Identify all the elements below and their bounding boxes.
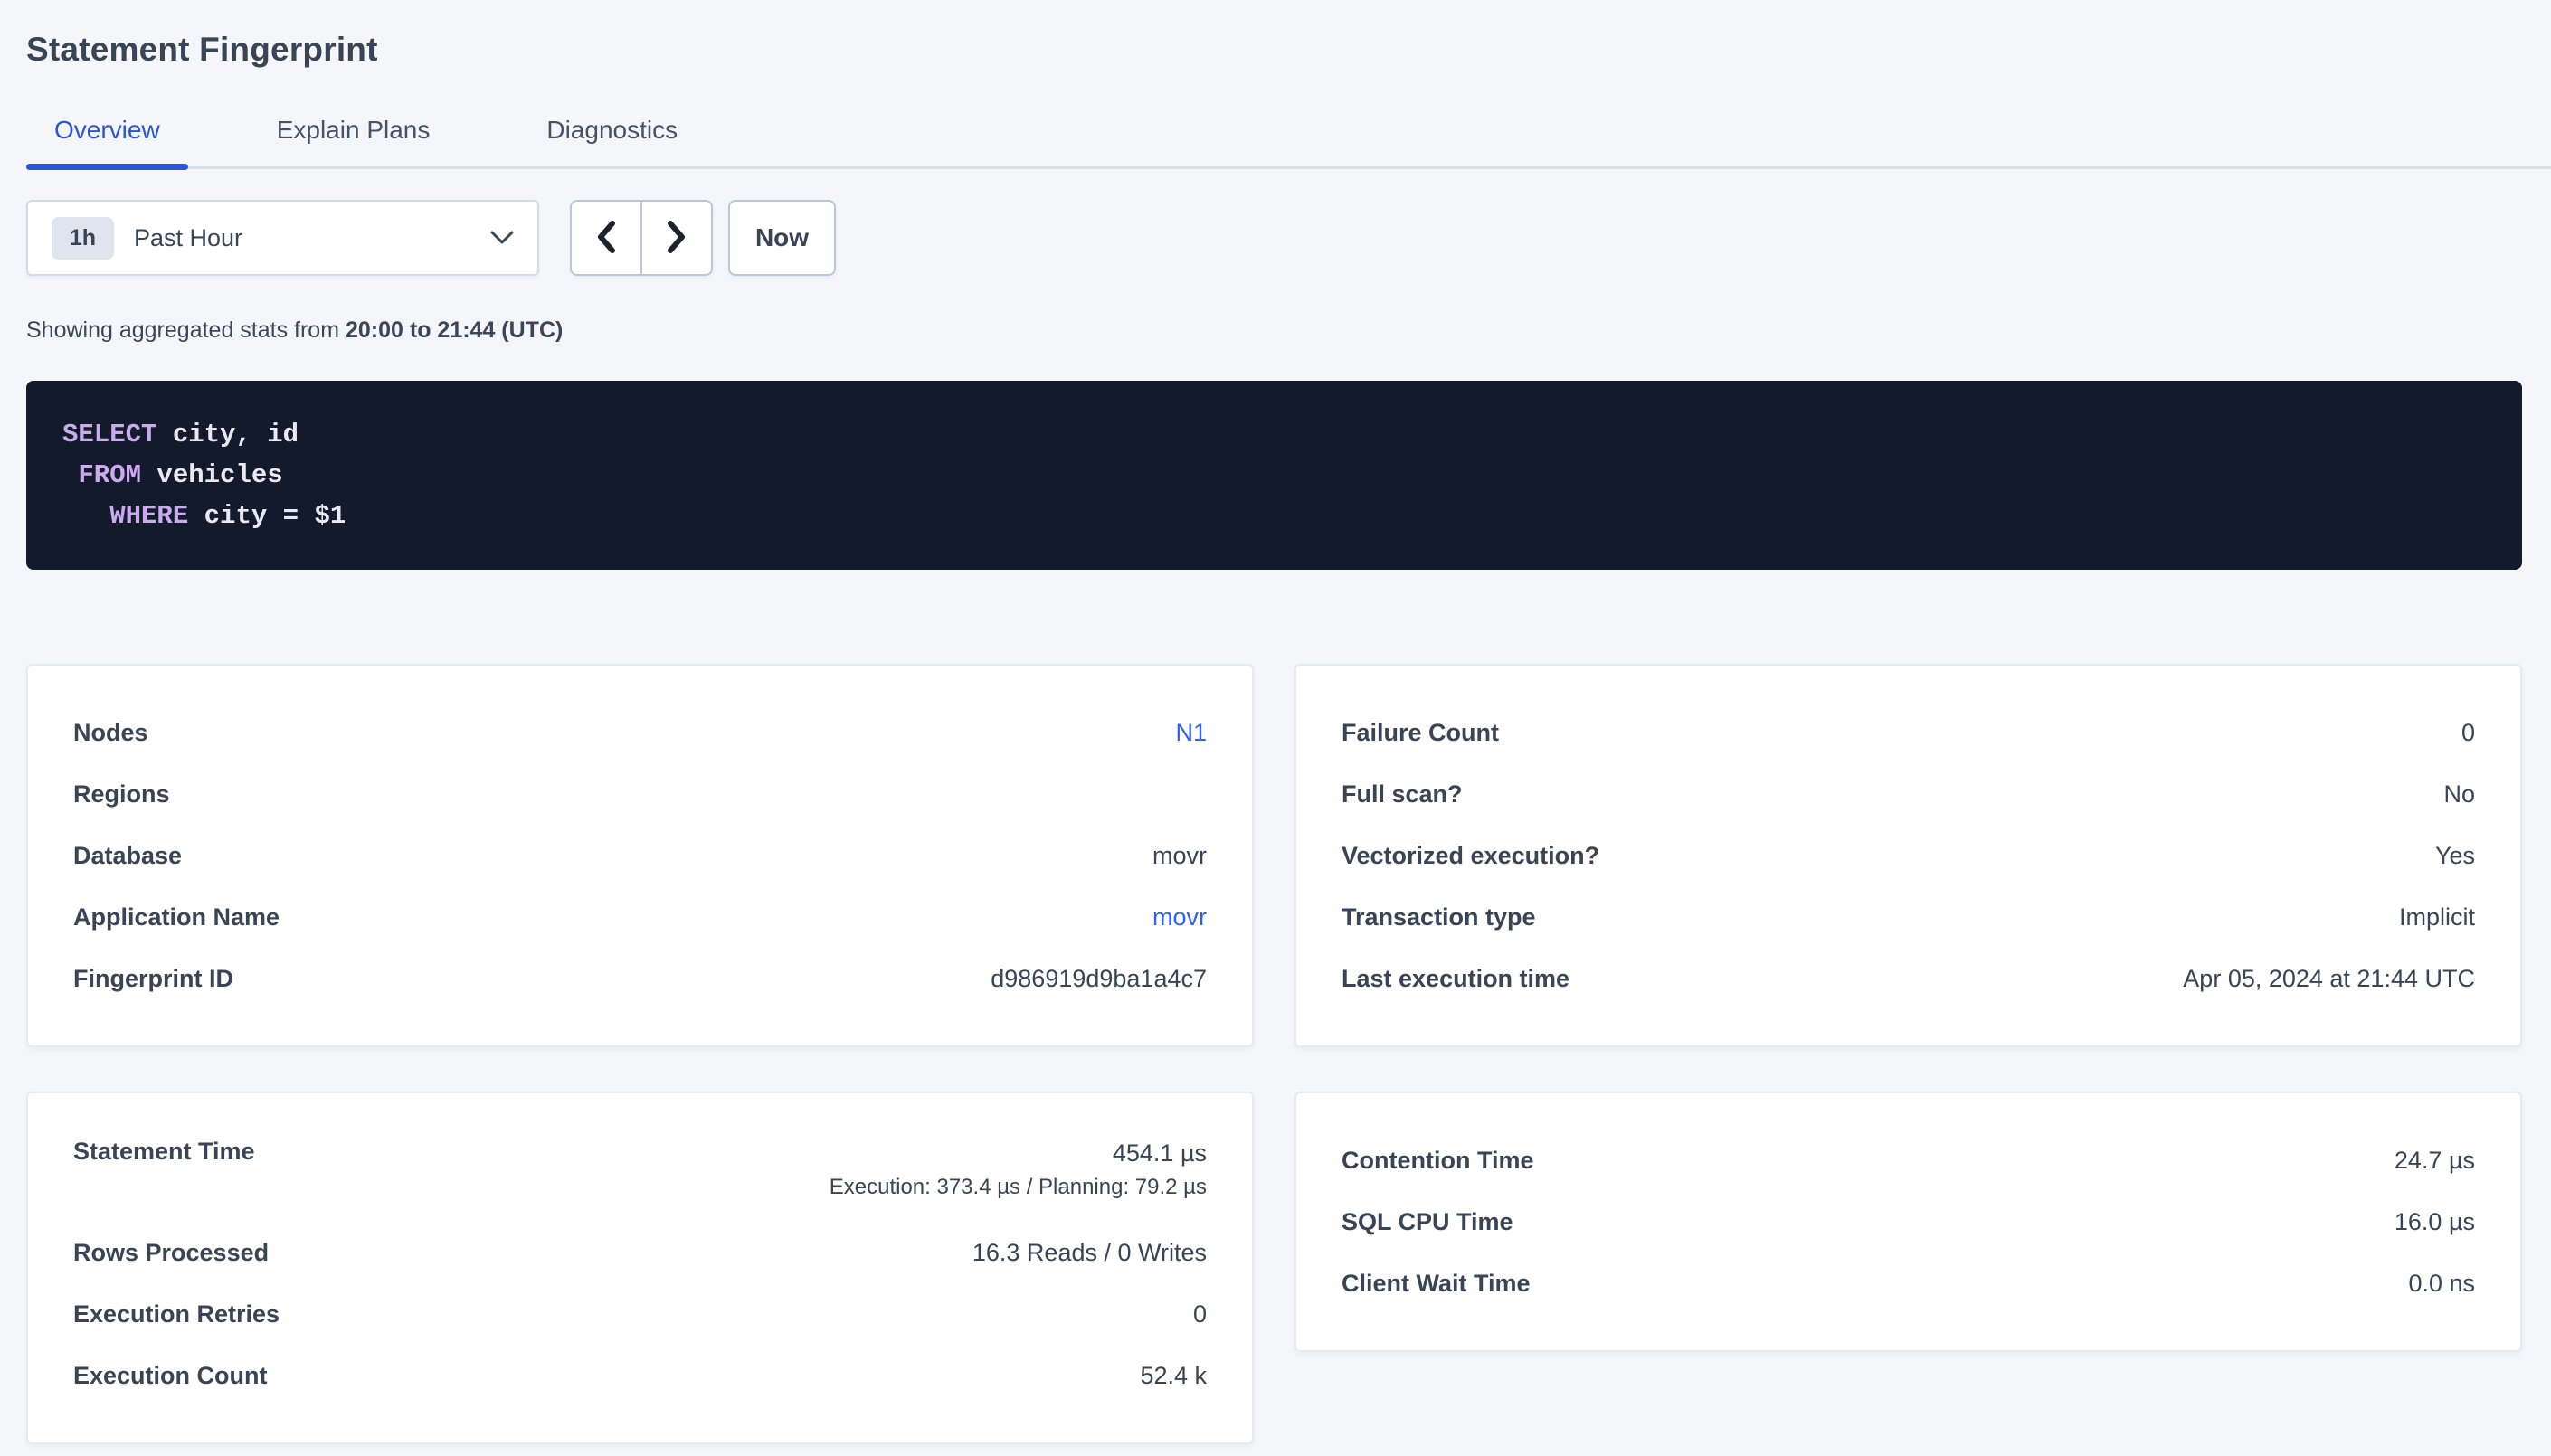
table-row: Nodes N1 <box>73 702 1207 763</box>
table-row: Last execution time Apr 05, 2024 at 21:4… <box>1342 948 2475 1009</box>
chevron-right-icon <box>666 220 688 257</box>
row-label: Execution Count <box>73 1362 268 1390</box>
sql-line: WHERE city = $1 <box>62 496 2486 536</box>
row-value: d986919d9ba1a4c7 <box>991 965 1207 993</box>
row-label: Execution Retries <box>73 1300 280 1328</box>
row-label: Vectorized execution? <box>1342 842 1599 870</box>
tab-bar: Overview Explain Plans Diagnostics <box>26 116 2551 169</box>
row-label: Last execution time <box>1342 965 1569 993</box>
row-value: 16.3 Reads / 0 Writes <box>972 1239 1207 1267</box>
row-label: Nodes <box>73 719 148 747</box>
row-label: Regions <box>73 780 170 808</box>
table-row: Transaction type Implicit <box>1342 886 2475 948</box>
aggregated-stats-summary: Showing aggregated stats from 20:00 to 2… <box>26 317 2551 344</box>
statement-timings-card: Statement Time 454.1 µs Execution: 373.4… <box>26 1092 1254 1444</box>
application-name-link[interactable]: movr <box>1152 903 1207 931</box>
table-row: Regions <box>73 763 1207 825</box>
stats-cards-grid: Nodes N1 Regions Database movr Applicati… <box>26 664 2551 1444</box>
row-label: Rows Processed <box>73 1239 269 1267</box>
tab-overview[interactable]: Overview <box>26 116 188 166</box>
previous-time-button[interactable] <box>572 202 640 274</box>
overview-details-card: Nodes N1 Regions Database movr Applicati… <box>26 664 1254 1047</box>
summary-prefix: Showing aggregated stats from <box>26 317 346 343</box>
time-range-label: Past Hour <box>134 224 242 252</box>
time-controls: 1h Past Hour Now <box>26 200 2551 276</box>
row-value: 52.4 k <box>1140 1362 1207 1390</box>
row-value: 16.0 µs <box>2395 1208 2475 1236</box>
row-value: 0.0 ns <box>2408 1270 2475 1298</box>
row-subvalue: Execution: 373.4 µs / Planning: 79.2 µs <box>830 1168 1207 1206</box>
row-label: Full scan? <box>1342 780 1463 808</box>
tab-diagnostics[interactable]: Diagnostics <box>518 116 706 166</box>
page-title: Statement Fingerprint <box>26 0 2551 71</box>
row-label: Contention Time <box>1342 1147 1534 1175</box>
sql-statement-box: SELECT city, id FROM vehicles WHERE city… <box>26 381 2522 570</box>
table-row: Statement Time 454.1 µs Execution: 373.4… <box>73 1130 1207 1222</box>
sql-line: FROM vehicles <box>62 455 2486 496</box>
row-value: movr <box>1152 842 1207 870</box>
row-value: Yes <box>2435 842 2475 870</box>
row-value: 0 <box>2461 719 2475 747</box>
table-row: Execution Count 52.4 k <box>73 1345 1207 1406</box>
sql-keyword: WHERE <box>109 501 188 531</box>
table-row: Fingerprint ID d986919d9ba1a4c7 <box>73 948 1207 1009</box>
chevron-left-icon <box>595 220 617 257</box>
table-row: Rows Processed 16.3 Reads / 0 Writes <box>73 1222 1207 1283</box>
sql-keyword: FROM <box>78 460 141 490</box>
wait-times-card: Contention Time 24.7 µs SQL CPU Time 16.… <box>1294 1092 2522 1352</box>
execution-attributes-card: Failure Count 0 Full scan? No Vectorized… <box>1294 664 2522 1047</box>
now-button[interactable]: Now <box>728 200 836 276</box>
row-value: Apr 05, 2024 at 21:44 UTC <box>2183 965 2475 993</box>
row-label: Failure Count <box>1342 719 1499 747</box>
sql-keyword: SELECT <box>62 420 156 449</box>
row-value: 24.7 µs <box>2395 1147 2475 1175</box>
table-row: Database movr <box>73 825 1207 886</box>
table-row: Application Name movr <box>73 886 1207 948</box>
nodes-link[interactable]: N1 <box>1175 719 1207 747</box>
row-label: Statement Time <box>73 1138 255 1166</box>
table-row: SQL CPU Time 16.0 µs <box>1342 1191 2475 1253</box>
table-row: Contention Time 24.7 µs <box>1342 1130 2475 1191</box>
row-value: 0 <box>1193 1300 1207 1328</box>
row-label: Application Name <box>73 903 280 931</box>
row-value: No <box>2443 780 2475 808</box>
table-row: Full scan? No <box>1342 763 2475 825</box>
chevron-down-icon <box>490 231 514 245</box>
row-value: 454.1 µs <box>830 1138 1207 1168</box>
table-row: Vectorized execution? Yes <box>1342 825 2475 886</box>
time-range-badge: 1h <box>52 217 114 260</box>
tab-explain-plans[interactable]: Explain Plans <box>249 116 459 166</box>
table-row: Execution Retries 0 <box>73 1283 1207 1345</box>
summary-time-range: 20:00 to 21:44 (UTC) <box>346 317 563 343</box>
time-pager <box>570 200 713 276</box>
row-value: Implicit <box>2399 903 2475 931</box>
next-time-button[interactable] <box>642 202 711 274</box>
table-row: Client Wait Time 0.0 ns <box>1342 1253 2475 1314</box>
row-label: Database <box>73 842 182 870</box>
row-label: SQL CPU Time <box>1342 1208 1513 1236</box>
row-label: Transaction type <box>1342 903 1536 931</box>
table-row: Failure Count 0 <box>1342 702 2475 763</box>
row-label: Fingerprint ID <box>73 965 233 993</box>
time-range-dropdown[interactable]: 1h Past Hour <box>26 200 539 276</box>
row-label: Client Wait Time <box>1342 1270 1531 1298</box>
statement-fingerprint-page: Statement Fingerprint Overview Explain P… <box>0 0 2551 1444</box>
sql-line: SELECT city, id <box>62 414 2486 455</box>
row-value-block: 454.1 µs Execution: 373.4 µs / Planning:… <box>830 1138 1207 1206</box>
